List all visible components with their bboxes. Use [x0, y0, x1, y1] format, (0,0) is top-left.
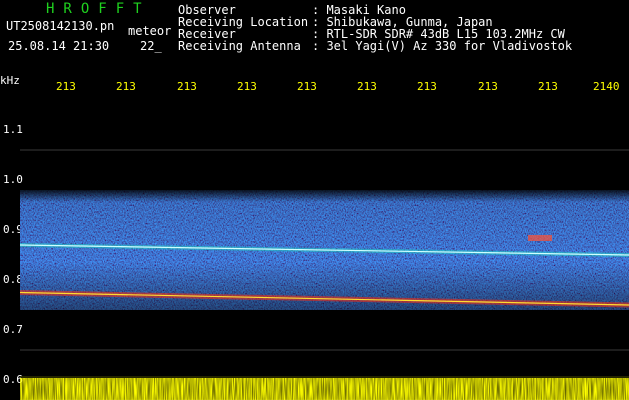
app-title: HROFFT	[46, 1, 151, 17]
time-tick: 213	[417, 80, 437, 93]
time-tick: 213	[56, 80, 76, 93]
time-tick: 213	[357, 80, 377, 93]
time-tick: 213	[177, 80, 197, 93]
file-name: UT2508142130.pn	[6, 19, 115, 33]
time-tick: 213	[116, 80, 136, 93]
meteor-echo	[528, 235, 552, 241]
time-tick: 213	[478, 80, 498, 93]
frequency-unit-label: kHz	[0, 74, 20, 87]
time-tick: 2140	[593, 80, 620, 93]
info-key-antenna: Receiving Antenna	[178, 39, 301, 53]
signal-level-noise	[20, 378, 629, 400]
time-tick: 213	[237, 80, 257, 93]
info-value-antenna: : 3el Yagi(V) Az 330 for Vladivostok	[312, 39, 573, 53]
timestamp: 25.08.14 21:30	[8, 39, 110, 53]
time-tick: 213	[538, 80, 558, 93]
spectrogram	[20, 149, 629, 400]
meteor-label: meteor	[128, 24, 172, 38]
time-tail: 22_	[140, 39, 162, 53]
time-tick: 213	[297, 80, 317, 93]
